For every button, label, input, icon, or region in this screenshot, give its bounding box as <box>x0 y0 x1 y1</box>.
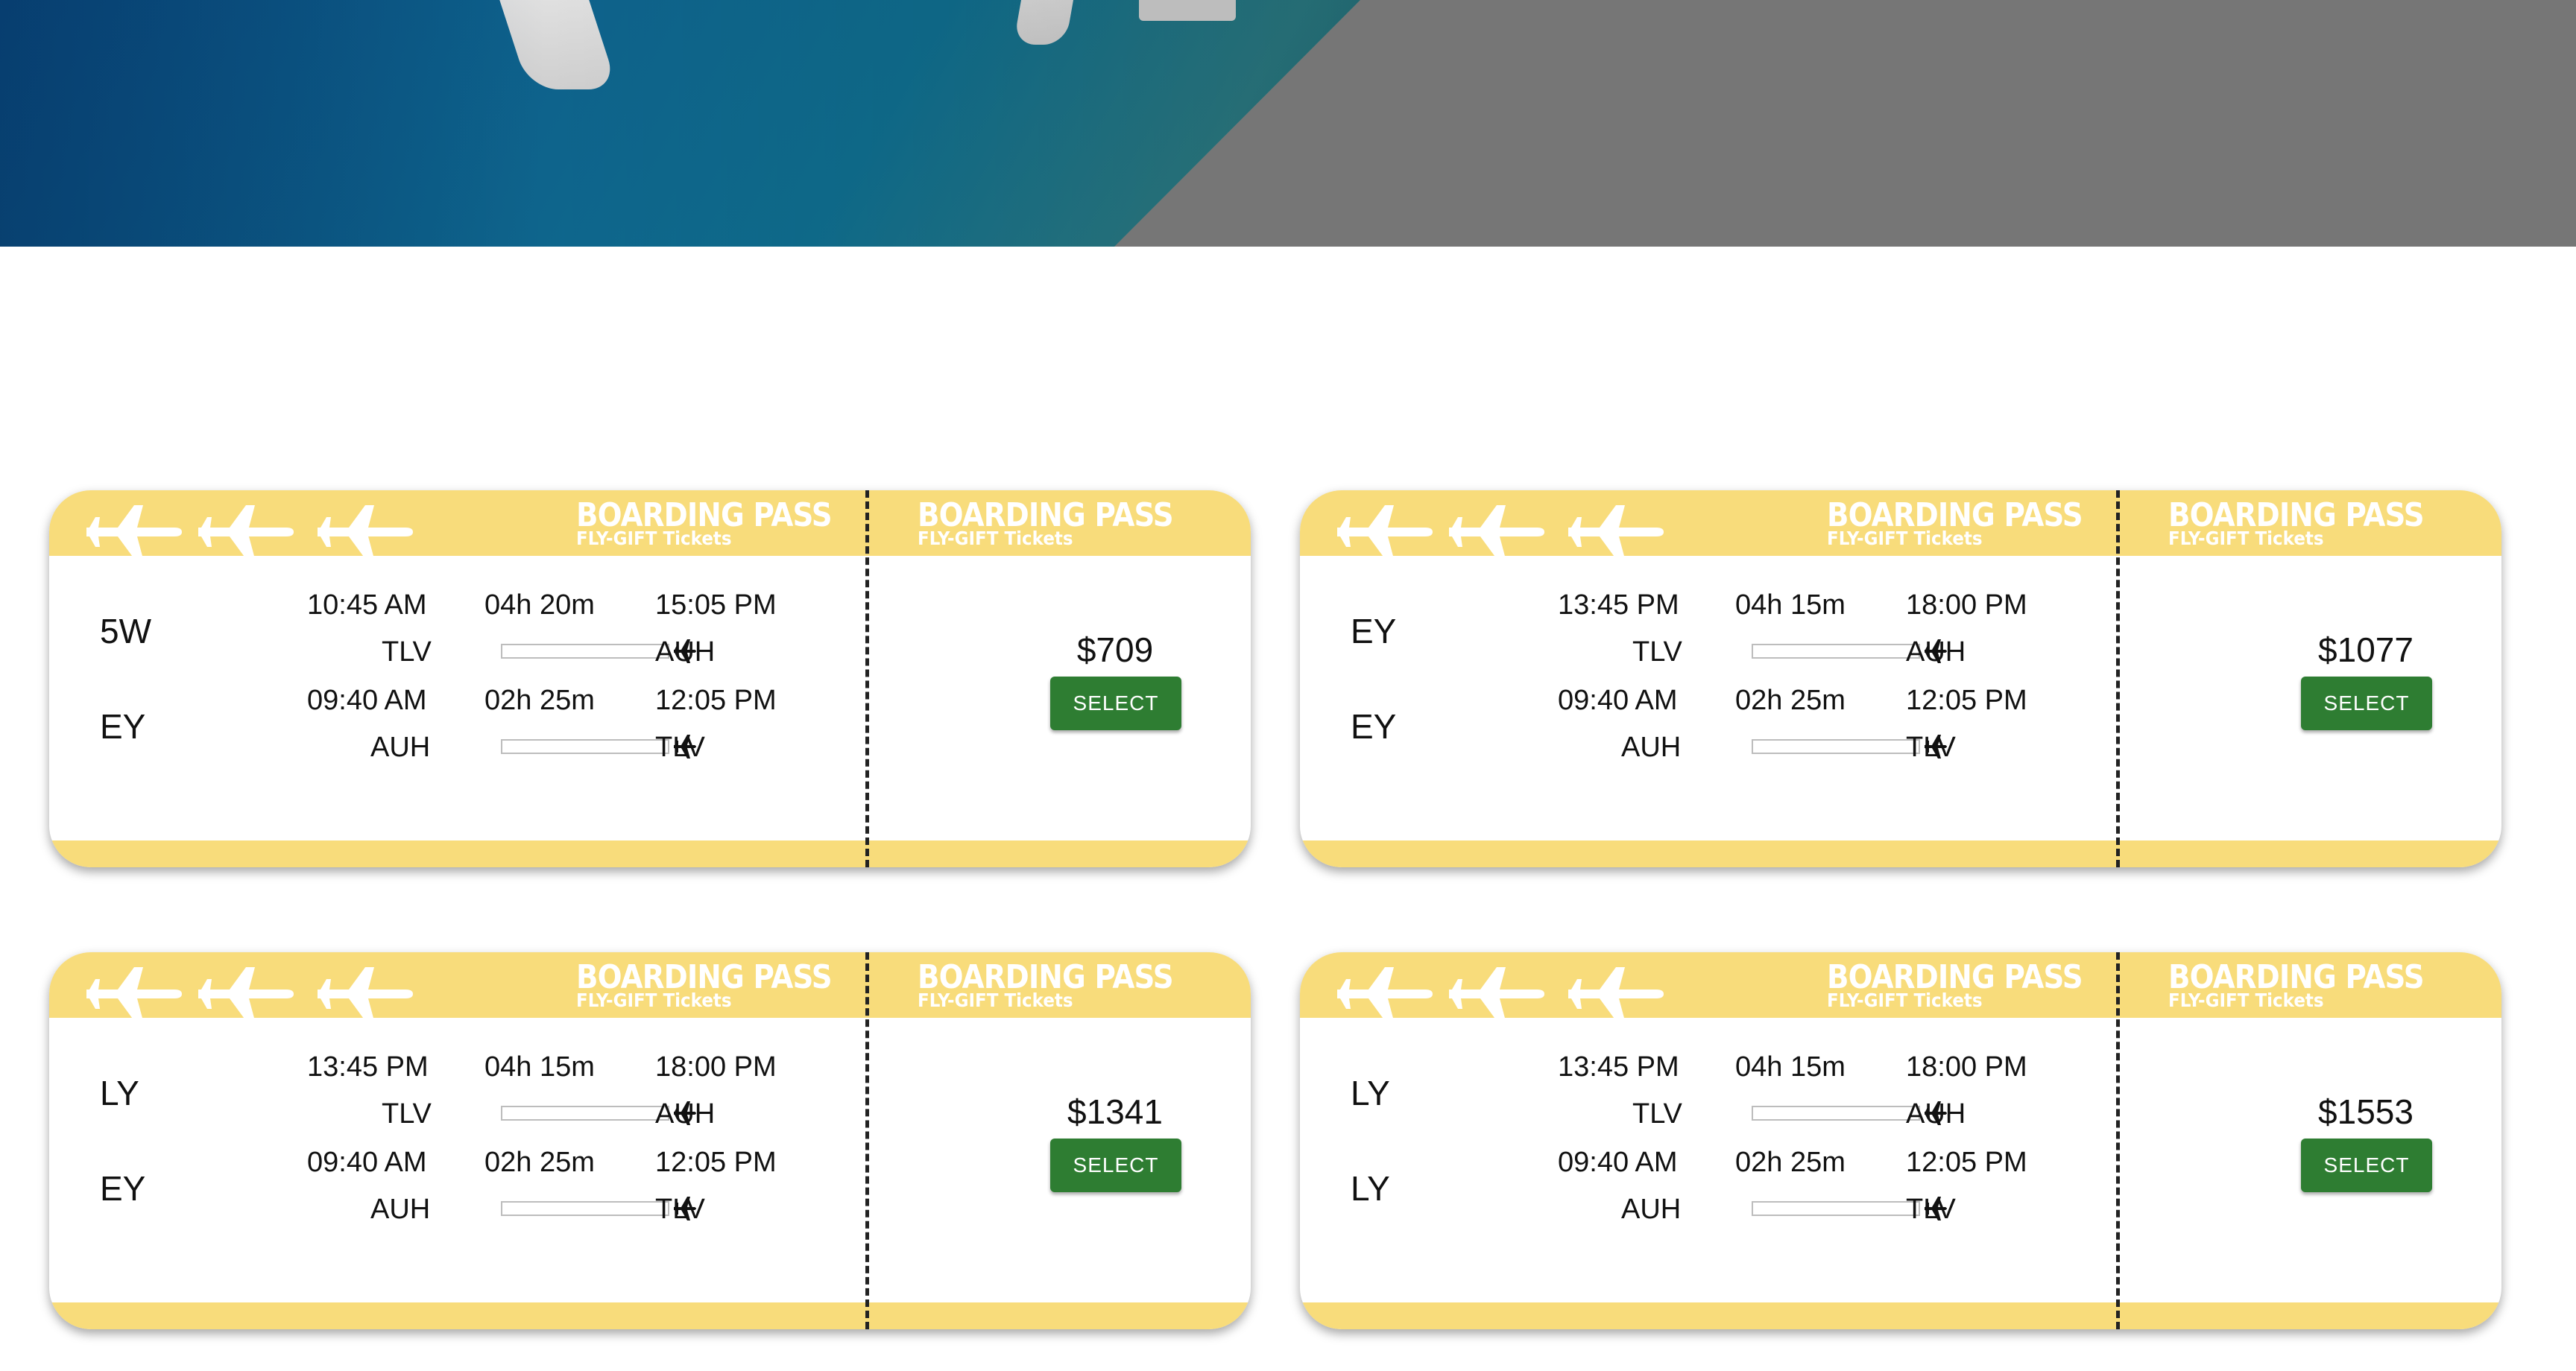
ticket-perforation <box>2116 490 2120 867</box>
outbound-origin: TLV <box>382 636 432 668</box>
return-airline-code: EY <box>100 1169 146 1208</box>
airplane-icon <box>86 967 413 1018</box>
brand-subtitle: FLY-GIFT Tickets <box>1827 990 1983 1011</box>
boarding-pass-card: BOARDING PASS FLY-GIFT Tickets BOARDING … <box>49 490 1251 867</box>
outbound-airline-code: EY <box>1351 612 1397 650</box>
boarding-pass-card: BOARDING PASS FLY-GIFT Tickets BOARDING … <box>1300 490 2501 867</box>
return-duration: 02h 25m <box>484 1147 595 1178</box>
ticket-perforation <box>2116 952 2120 1329</box>
airplane-icon <box>86 505 413 556</box>
outbound-depart-time: 13:45 PM <box>1558 1051 1679 1083</box>
outbound-origin: TLV <box>1632 636 1682 668</box>
outbound-route-line <box>1752 1106 1920 1121</box>
stub-subtitle: FLY-GIFT Tickets <box>2168 990 2324 1011</box>
return-airline-code: EY <box>100 707 146 746</box>
select-button[interactable]: SELECT <box>1050 677 1181 730</box>
outbound-arrive-time: 18:00 PM <box>1906 1051 2027 1083</box>
return-arrive-time: 12:05 PM <box>655 1147 777 1178</box>
return-route-line <box>501 1201 669 1216</box>
outbound-route-line <box>501 644 669 659</box>
outbound-arrive-time: 18:00 PM <box>655 1051 777 1083</box>
outbound-depart-time: 13:45 PM <box>1558 589 1679 621</box>
return-route-line <box>1752 739 1920 754</box>
airplane-icon <box>1337 967 1664 1018</box>
return-origin: AUH <box>1621 1194 1682 1225</box>
ticket-price: $1341 <box>1067 1092 1163 1131</box>
stub-subtitle: FLY-GIFT Tickets <box>2168 528 2324 549</box>
hero-tab <box>1139 0 1236 21</box>
return-airline-code: LY <box>1351 1169 1390 1208</box>
return-arrive-time: 12:05 PM <box>1906 1147 2027 1178</box>
stub-subtitle: FLY-GIFT Tickets <box>918 990 1073 1011</box>
outbound-airline-code: LY <box>1351 1074 1390 1112</box>
outbound-arrive-time: 15:05 PM <box>655 589 777 621</box>
ticket-footer-band <box>49 1302 1251 1329</box>
outbound-destination: AUH <box>655 636 716 668</box>
outbound-origin: TLV <box>1632 1098 1682 1130</box>
return-duration: 02h 25m <box>484 685 595 716</box>
return-destination: TLV <box>655 732 705 763</box>
brand-subtitle: FLY-GIFT Tickets <box>576 990 732 1011</box>
return-route-line <box>501 739 669 754</box>
outbound-airline-code: 5W <box>100 612 151 650</box>
return-duration: 02h 25m <box>1735 685 1846 716</box>
ticket-footer-band <box>49 840 1251 867</box>
return-destination: TLV <box>1906 1194 1956 1225</box>
return-destination: TLV <box>1906 732 1956 763</box>
stub-subtitle: FLY-GIFT Tickets <box>918 528 1073 549</box>
return-depart-time: 09:40 AM <box>307 1147 427 1178</box>
outbound-depart-time: 13:45 PM <box>307 1051 429 1083</box>
outbound-origin: TLV <box>382 1098 432 1130</box>
outbound-duration: 04h 15m <box>1735 1051 1846 1083</box>
ticket-footer-band <box>1300 1302 2501 1329</box>
outbound-destination: AUH <box>655 1098 716 1130</box>
return-airline-code: EY <box>1351 707 1397 746</box>
return-depart-time: 09:40 AM <box>1558 685 1678 716</box>
outbound-duration: 04h 20m <box>484 589 595 621</box>
return-duration: 02h 25m <box>1735 1147 1846 1178</box>
outbound-depart-time: 10:45 AM <box>307 589 427 621</box>
return-depart-time: 09:40 AM <box>307 685 427 716</box>
outbound-duration: 04h 15m <box>484 1051 595 1083</box>
airplane-icon <box>1337 505 1664 556</box>
return-destination: TLV <box>655 1194 705 1225</box>
ticket-footer-band <box>1300 840 2501 867</box>
return-origin: AUH <box>370 732 431 763</box>
ticket-price: $709 <box>1076 630 1154 669</box>
ticket-price: $1553 <box>2318 1092 2414 1131</box>
return-arrive-time: 12:05 PM <box>1906 685 2027 716</box>
select-button[interactable]: SELECT <box>2301 677 2432 730</box>
hero-banner <box>0 0 2576 247</box>
ticket-price: $1077 <box>2318 630 2414 669</box>
select-button[interactable]: SELECT <box>1050 1139 1181 1192</box>
outbound-airline-code: LY <box>100 1074 139 1112</box>
outbound-destination: AUH <box>1906 1098 1966 1130</box>
return-route-line <box>1752 1201 1920 1216</box>
ticket-perforation <box>865 490 869 867</box>
boarding-pass-card: BOARDING PASS FLY-GIFT Tickets BOARDING … <box>1300 952 2501 1329</box>
outbound-route-line <box>1752 644 1920 659</box>
return-arrive-time: 12:05 PM <box>655 685 777 716</box>
outbound-duration: 04h 15m <box>1735 589 1846 621</box>
brand-subtitle: FLY-GIFT Tickets <box>1827 528 1983 549</box>
return-depart-time: 09:40 AM <box>1558 1147 1678 1178</box>
boarding-pass-card: BOARDING PASS FLY-GIFT Tickets BOARDING … <box>49 952 1251 1329</box>
select-button[interactable]: SELECT <box>2301 1139 2432 1192</box>
outbound-arrive-time: 18:00 PM <box>1906 589 2027 621</box>
outbound-route-line <box>501 1106 669 1121</box>
outbound-destination: AUH <box>1906 636 1966 668</box>
brand-subtitle: FLY-GIFT Tickets <box>576 528 732 549</box>
return-origin: AUH <box>1621 732 1682 763</box>
return-origin: AUH <box>370 1194 431 1225</box>
ticket-perforation <box>865 952 869 1329</box>
